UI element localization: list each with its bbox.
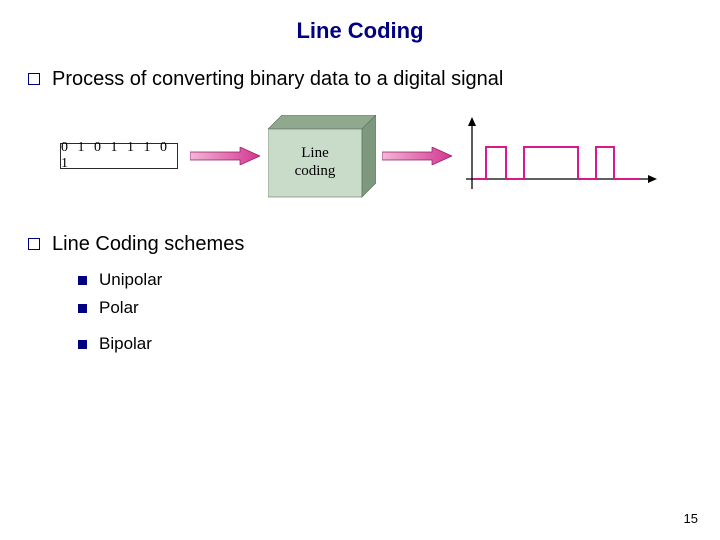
cube-label-line2: coding bbox=[295, 163, 336, 179]
filled-bullet-icon bbox=[78, 340, 87, 349]
bullet-text-1: Process of converting binary data to a d… bbox=[52, 68, 503, 91]
slide-title: Line Coding bbox=[0, 0, 720, 44]
line-coding-diagram: 0 1 0 1 1 1 0 1 Line coding bbox=[60, 109, 660, 205]
bullet-text-2: Line Coding schemes bbox=[52, 233, 244, 256]
hollow-bullet-icon bbox=[28, 73, 40, 85]
filled-bullet-icon bbox=[78, 304, 87, 313]
cube-label-line1: Line bbox=[301, 145, 329, 161]
arrow-icon bbox=[382, 147, 452, 165]
bullet-item-2: Line Coding schemes bbox=[28, 233, 720, 256]
filled-bullet-icon bbox=[78, 276, 87, 285]
page-number: 15 bbox=[684, 511, 698, 526]
hollow-bullet-icon bbox=[28, 238, 40, 250]
scheme-unipolar: Unipolar bbox=[99, 270, 162, 290]
list-item: Polar bbox=[78, 298, 720, 318]
arrow-icon bbox=[190, 147, 260, 165]
schemes-list: Unipolar Polar Bipolar bbox=[78, 270, 720, 354]
digital-signal-waveform bbox=[462, 117, 657, 197]
scheme-bipolar: Bipolar bbox=[99, 334, 152, 354]
binary-data-box: 0 1 0 1 1 1 0 1 bbox=[60, 143, 178, 169]
bullet-item-1: Process of converting binary data to a d… bbox=[28, 68, 720, 91]
list-item: Unipolar bbox=[78, 270, 720, 290]
line-coding-cube: Line coding bbox=[268, 115, 376, 199]
scheme-polar: Polar bbox=[99, 298, 139, 318]
list-item: Bipolar bbox=[78, 334, 720, 354]
